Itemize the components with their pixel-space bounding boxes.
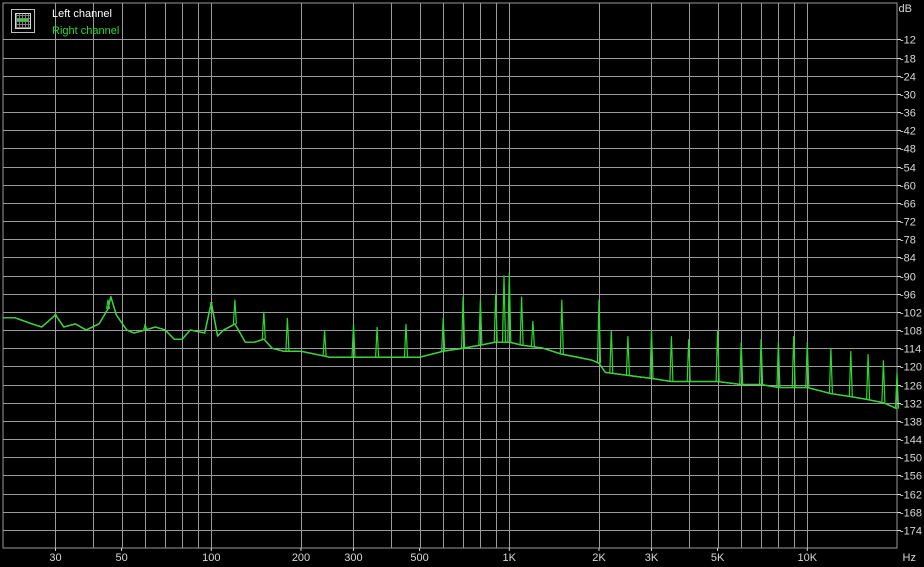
y-tick-label: -30 bbox=[900, 90, 916, 102]
y-tick-label: -18 bbox=[900, 54, 916, 66]
y-tick-label: -66 bbox=[900, 199, 916, 211]
chart-background bbox=[0, 0, 924, 567]
y-tick-label: -102 bbox=[900, 308, 922, 320]
y-tick-label: -36 bbox=[900, 108, 916, 120]
spectrum-analyzer-view: dB Hz -12 -18 -24 -30 -36 -42 -48 -54 -60 -66 -72 -… bbox=[0, 0, 924, 567]
spectrum-chart: dB Hz -12 -18 -24 -30 -36 -42 -48 -54 -60 -66 -72 -… bbox=[0, 0, 924, 567]
y-tick-label: -132 bbox=[900, 399, 922, 411]
legend-label-right-channel: Right channel bbox=[52, 25, 120, 37]
y-tick-label: -42 bbox=[900, 126, 916, 138]
x-tick-label: 10K bbox=[798, 552, 818, 564]
y-tick-label: -48 bbox=[900, 144, 916, 156]
x-tick-label: 5K bbox=[711, 552, 725, 564]
y-tick-label: -156 bbox=[900, 471, 922, 483]
x-tick-label: 30 bbox=[49, 552, 61, 564]
x-tick-label: 1K bbox=[503, 552, 517, 564]
y-tick-label: -72 bbox=[900, 217, 916, 229]
y-tick-label: -168 bbox=[900, 508, 922, 520]
y-tick-label: -78 bbox=[900, 235, 916, 247]
y-tick-label: -24 bbox=[900, 72, 916, 84]
legend: Left channel Right channel bbox=[8, 5, 158, 41]
x-tick-label: 200 bbox=[292, 552, 310, 564]
y-tick-label: -12 bbox=[900, 35, 916, 47]
y-tick-label: -114 bbox=[900, 344, 921, 356]
x-tick-label: 3K bbox=[645, 552, 659, 564]
y-tick-label: -126 bbox=[900, 381, 922, 393]
x-tick-label: 300 bbox=[344, 552, 362, 564]
legend-label-left-channel: Left channel bbox=[52, 8, 112, 20]
y-tick-label: -144 bbox=[900, 435, 922, 447]
y-tick-label: -174 bbox=[900, 526, 922, 538]
y-unit-label: dB bbox=[899, 3, 912, 15]
y-tick-label: -60 bbox=[900, 181, 916, 193]
y-tick-label: -120 bbox=[900, 362, 922, 374]
y-tick-label: -90 bbox=[900, 272, 916, 284]
x-tick-label: 100 bbox=[202, 552, 220, 564]
y-tick-label: -84 bbox=[900, 253, 916, 265]
y-tick-label: -162 bbox=[900, 490, 922, 502]
x-tick-label: 500 bbox=[410, 552, 428, 564]
x-tick-label: 50 bbox=[115, 552, 127, 564]
x-unit-label: Hz bbox=[903, 552, 916, 564]
spectrum-icon[interactable] bbox=[11, 9, 35, 33]
y-tick-label: -108 bbox=[900, 326, 922, 338]
x-tick-label: 2K bbox=[592, 552, 606, 564]
y-tick-label: -96 bbox=[900, 290, 916, 302]
y-tick-label: -54 bbox=[900, 163, 916, 175]
y-tick-label: -138 bbox=[900, 417, 922, 429]
y-tick-label: -150 bbox=[900, 453, 922, 465]
